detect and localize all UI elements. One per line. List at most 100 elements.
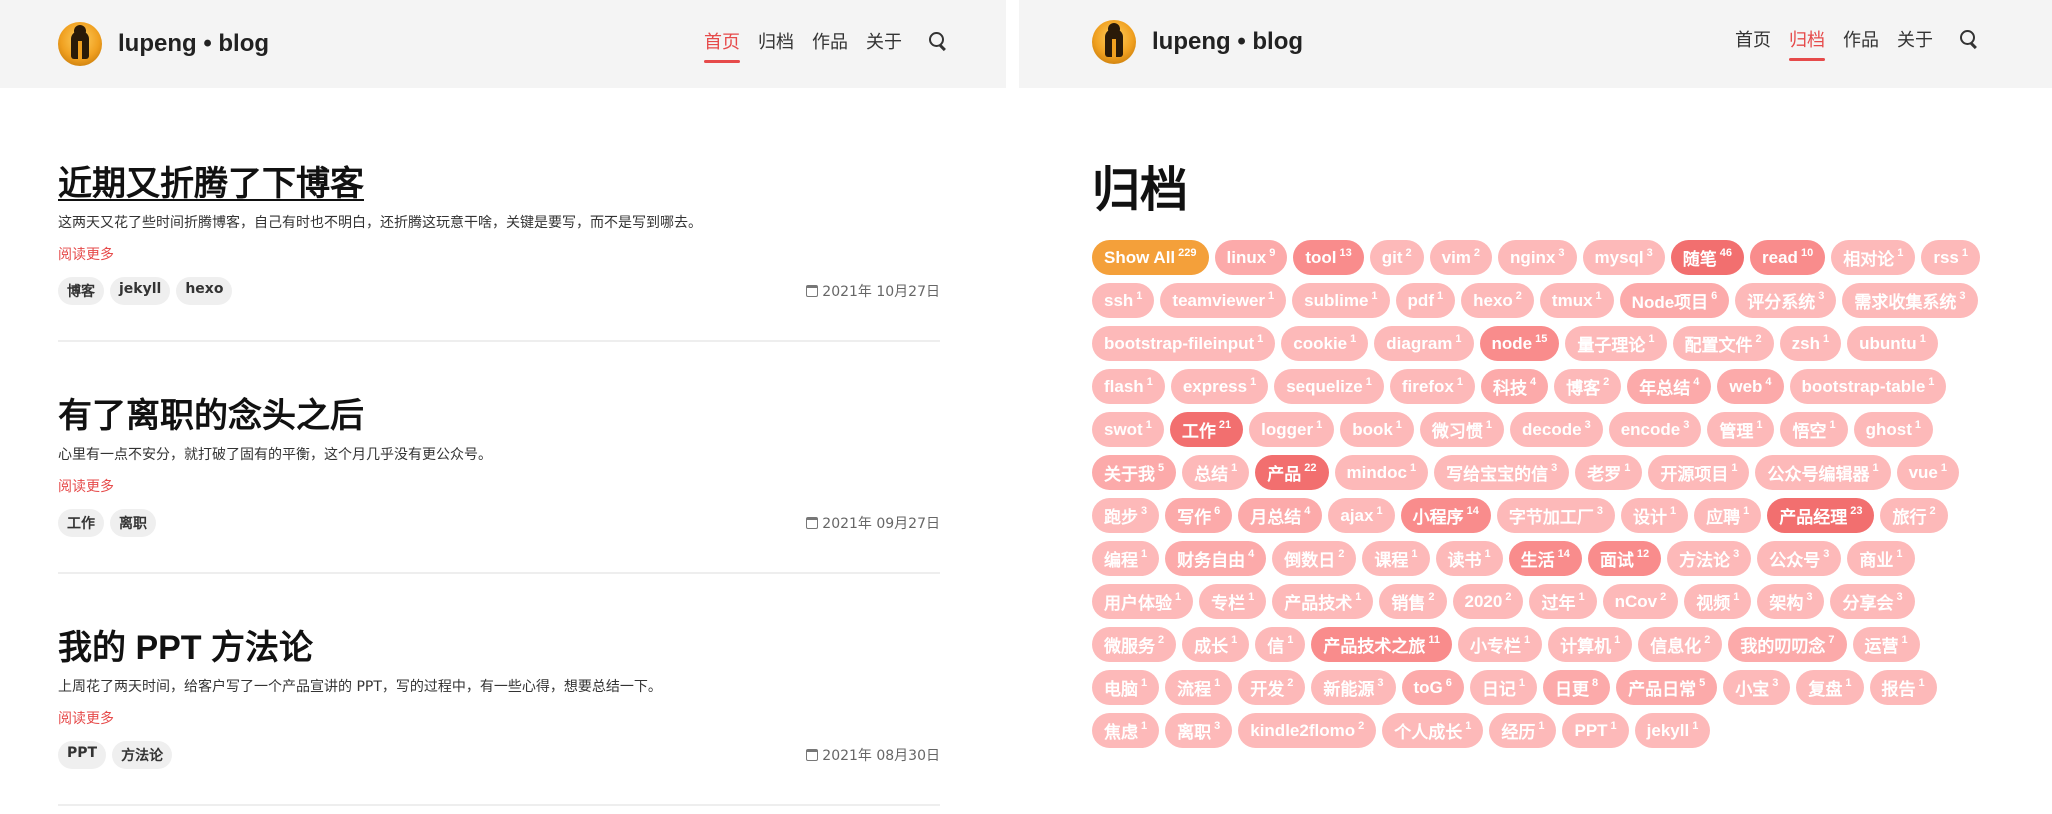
tag-chip[interactable]: 公众号 3 [1757, 541, 1842, 576]
tag-chip[interactable]: nCov 2 [1602, 584, 1679, 619]
tag-chip[interactable]: firefox 1 [1389, 369, 1475, 404]
brand[interactable]: lupeng • blog [58, 22, 269, 66]
tag-chip[interactable]: ghost 1 [1853, 412, 1934, 447]
post-tag[interactable]: hexo [176, 277, 233, 305]
tag-chip[interactable]: 年总结 4 [1627, 369, 1712, 404]
nav-archive[interactable]: 归档 [1789, 26, 1825, 61]
tag-chip[interactable]: 旅行 2 [1880, 498, 1948, 533]
tag-chip[interactable]: 焦虑 1 [1092, 713, 1160, 748]
tag-chip[interactable]: flash 1 [1092, 369, 1165, 404]
tag-chip[interactable]: bootstrap-table 1 [1789, 369, 1947, 404]
tag-chip[interactable]: ubuntu 1 [1847, 326, 1938, 361]
tag-chip[interactable]: hexo 2 [1461, 283, 1534, 318]
tag-chip[interactable]: 2020 2 [1452, 584, 1524, 619]
tag-chip[interactable]: 小程序 14 [1400, 498, 1491, 533]
tag-chip[interactable]: 分享会 3 [1830, 584, 1915, 619]
tag-chip[interactable]: 经历 1 [1489, 713, 1557, 748]
tag-chip[interactable]: kindle2flomo 2 [1238, 713, 1377, 748]
tag-chip[interactable]: 工作 21 [1169, 412, 1244, 447]
tag-chip[interactable]: 信1 [1255, 627, 1306, 662]
tag-chip[interactable]: 日记 1 [1469, 670, 1538, 705]
tag-chip[interactable]: 课程 1 [1362, 541, 1430, 576]
tag-chip[interactable]: 编程 1 [1092, 541, 1160, 576]
read-more-link[interactable]: 阅读更多 [58, 708, 114, 728]
tag-chip[interactable]: 用户体验 1 [1092, 584, 1194, 619]
tag-chip[interactable]: 信息化 2 [1638, 627, 1723, 662]
tag-chip[interactable]: 成长 1 [1182, 627, 1250, 662]
tag-chip[interactable]: node 15 [1479, 326, 1560, 361]
tag-chip[interactable]: 生活 14 [1508, 541, 1582, 576]
tag-chip[interactable]: 应聘 1 [1694, 498, 1762, 533]
tag-chip[interactable]: 电脑 1 [1092, 670, 1160, 705]
tag-chip[interactable]: vue 1 [1896, 455, 1959, 490]
tag-chip[interactable]: 相对论 1 [1831, 240, 1916, 275]
post-tag[interactable]: 工作 [58, 509, 104, 537]
post-tag[interactable]: PPT [58, 741, 107, 769]
nav-home[interactable]: 首页 [704, 28, 740, 63]
tag-chip[interactable]: 博客 2 [1554, 369, 1622, 404]
tag-chip[interactable]: rss 1 [1921, 240, 1980, 275]
search-icon[interactable] [1959, 29, 1979, 49]
tag-chip[interactable]: ajax 1 [1328, 498, 1395, 533]
tag-chip[interactable]: 写作 6 [1165, 498, 1233, 533]
tag-chip[interactable]: pdf 1 [1395, 283, 1456, 318]
tag-chip[interactable]: decode 3 [1510, 412, 1603, 447]
tag-chip[interactable]: 流程 1 [1165, 670, 1233, 705]
tag-chip[interactable]: sublime 1 [1292, 283, 1390, 318]
tag-chip[interactable]: 倒数日 2 [1272, 541, 1357, 576]
tag-chip[interactable]: toG 6 [1401, 670, 1464, 705]
brand[interactable]: lupeng • blog [1092, 20, 1303, 64]
read-more-link[interactable]: 阅读更多 [58, 476, 114, 496]
tag-show-all[interactable]: Show All 229 [1092, 240, 1209, 275]
tag-chip[interactable]: sequelize 1 [1274, 369, 1384, 404]
tag-chip[interactable]: 日更 8 [1543, 670, 1611, 705]
nav-about[interactable]: 关于 [1897, 26, 1933, 58]
tag-chip[interactable]: 微习惯 1 [1419, 412, 1505, 447]
tag-chip[interactable]: 过年 1 [1529, 584, 1597, 619]
post-title[interactable]: 近期又折腾了下博客 [58, 156, 364, 205]
tag-chip[interactable]: 科技 4 [1480, 369, 1549, 404]
post-title[interactable]: 我的 PPT 方法论 [58, 620, 313, 669]
tag-chip[interactable]: 管理 1 [1707, 412, 1775, 447]
tag-chip[interactable]: 月总结 4 [1238, 498, 1323, 533]
tag-chip[interactable]: 写给宝宝的信 3 [1434, 455, 1570, 490]
post-tag[interactable]: 方法论 [112, 741, 173, 769]
nav-home[interactable]: 首页 [1735, 26, 1771, 58]
tag-chip[interactable]: read 10 [1750, 240, 1826, 275]
tag-chip[interactable]: git 2 [1369, 240, 1424, 275]
search-icon[interactable] [928, 31, 948, 51]
read-more-link[interactable]: 阅读更多 [58, 244, 114, 264]
tag-chip[interactable]: 公众号编辑器 1 [1755, 455, 1891, 490]
tag-chip[interactable]: 运营 1 [1852, 627, 1920, 662]
tag-chip[interactable]: 设计 1 [1620, 498, 1689, 533]
tag-chip[interactable]: 老罗 1 [1575, 455, 1643, 490]
post-tag[interactable]: 离职 [110, 509, 156, 537]
tag-chip[interactable]: 复盘 1 [1796, 670, 1864, 705]
tag-chip[interactable]: 开发 2 [1238, 670, 1306, 705]
tag-chip[interactable]: 字节加工厂 3 [1496, 498, 1615, 533]
tag-chip[interactable]: 微服务 2 [1092, 627, 1177, 662]
tag-chip[interactable]: 开源项目 1 [1648, 455, 1750, 490]
tag-chip[interactable]: swot 1 [1092, 412, 1164, 447]
post-tag[interactable]: 博客 [58, 277, 104, 305]
tag-chip[interactable]: linux 9 [1214, 240, 1288, 275]
tag-chip[interactable]: 产品技术 1 [1272, 584, 1374, 619]
tag-chip[interactable]: 悟空 1 [1780, 412, 1848, 447]
tag-chip[interactable]: mindoc 1 [1334, 455, 1429, 490]
tag-chip[interactable]: 计算机 1 [1548, 627, 1633, 662]
tag-chip[interactable]: 关于我 5 [1092, 455, 1177, 490]
tag-chip[interactable]: diagram 1 [1374, 326, 1474, 361]
tag-chip[interactable]: bootstrap-fileinput 1 [1092, 326, 1276, 361]
tag-chip[interactable]: mysql 3 [1582, 240, 1665, 275]
tag-chip[interactable]: 读书 1 [1435, 541, 1503, 576]
tag-chip[interactable]: vim 2 [1429, 240, 1493, 275]
tag-chip[interactable]: nginx 3 [1498, 240, 1577, 275]
tag-chip[interactable]: logger 1 [1249, 412, 1335, 447]
tag-chip[interactable]: 小宝 3 [1723, 670, 1791, 705]
nav-archive[interactable]: 归档 [758, 28, 794, 60]
tag-chip[interactable]: zsh 1 [1779, 326, 1842, 361]
tag-chip[interactable]: express 1 [1170, 369, 1269, 404]
tag-chip[interactable]: 个人成长 1 [1382, 713, 1484, 748]
tag-chip[interactable]: 专栏 1 [1199, 584, 1267, 619]
tag-chip[interactable]: 新能源 3 [1311, 670, 1396, 705]
